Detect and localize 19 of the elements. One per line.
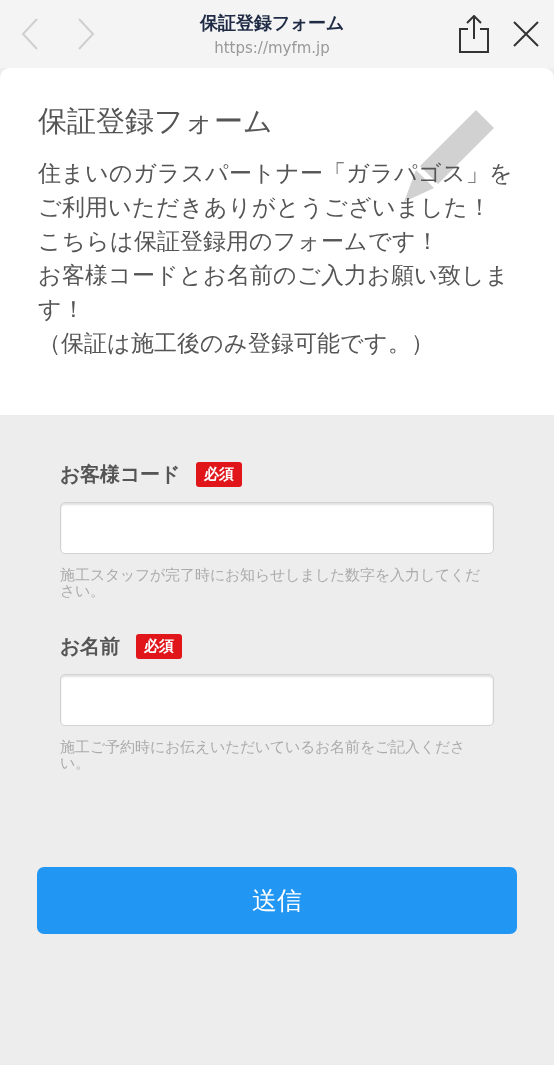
intro-text: 住まいのガラスパートナー「ガラパゴス」を <box>38 159 514 188</box>
required-badge: 必須 <box>136 634 182 659</box>
intro-text: （保証は施工後のみ登録可能です。） <box>38 329 435 358</box>
input-field[interactable] <box>60 674 494 726</box>
share-button[interactable] <box>458 15 490 53</box>
form-title: 保証登録フォーム <box>38 103 274 140</box>
intro-text: こちらは保証登録用のフォームです！ <box>38 227 440 256</box>
close-button[interactable] <box>512 20 540 48</box>
intro-text: お客様コードとお名前のご入力お願い致します！ <box>38 261 510 324</box>
help-text: 施工ご予約時にお伝えいただいているお名前をご記入ください。 <box>60 739 466 771</box>
required-badge: 必須 <box>196 462 242 487</box>
intro-text: ご利用いただきありがとうございました！ <box>38 193 492 222</box>
field-label: お名前 <box>60 633 120 660</box>
input-field[interactable] <box>60 502 494 554</box>
page-title: 保証登録フォーム <box>200 11 344 35</box>
submit-button[interactable]: 送信 <box>37 867 517 934</box>
field-label: お客様コード <box>60 461 180 488</box>
page-url: https://myfm.jp <box>214 39 330 57</box>
help-text: 施工スタッフが完了時にお知らせしました数字を入力してください。 <box>60 567 481 599</box>
